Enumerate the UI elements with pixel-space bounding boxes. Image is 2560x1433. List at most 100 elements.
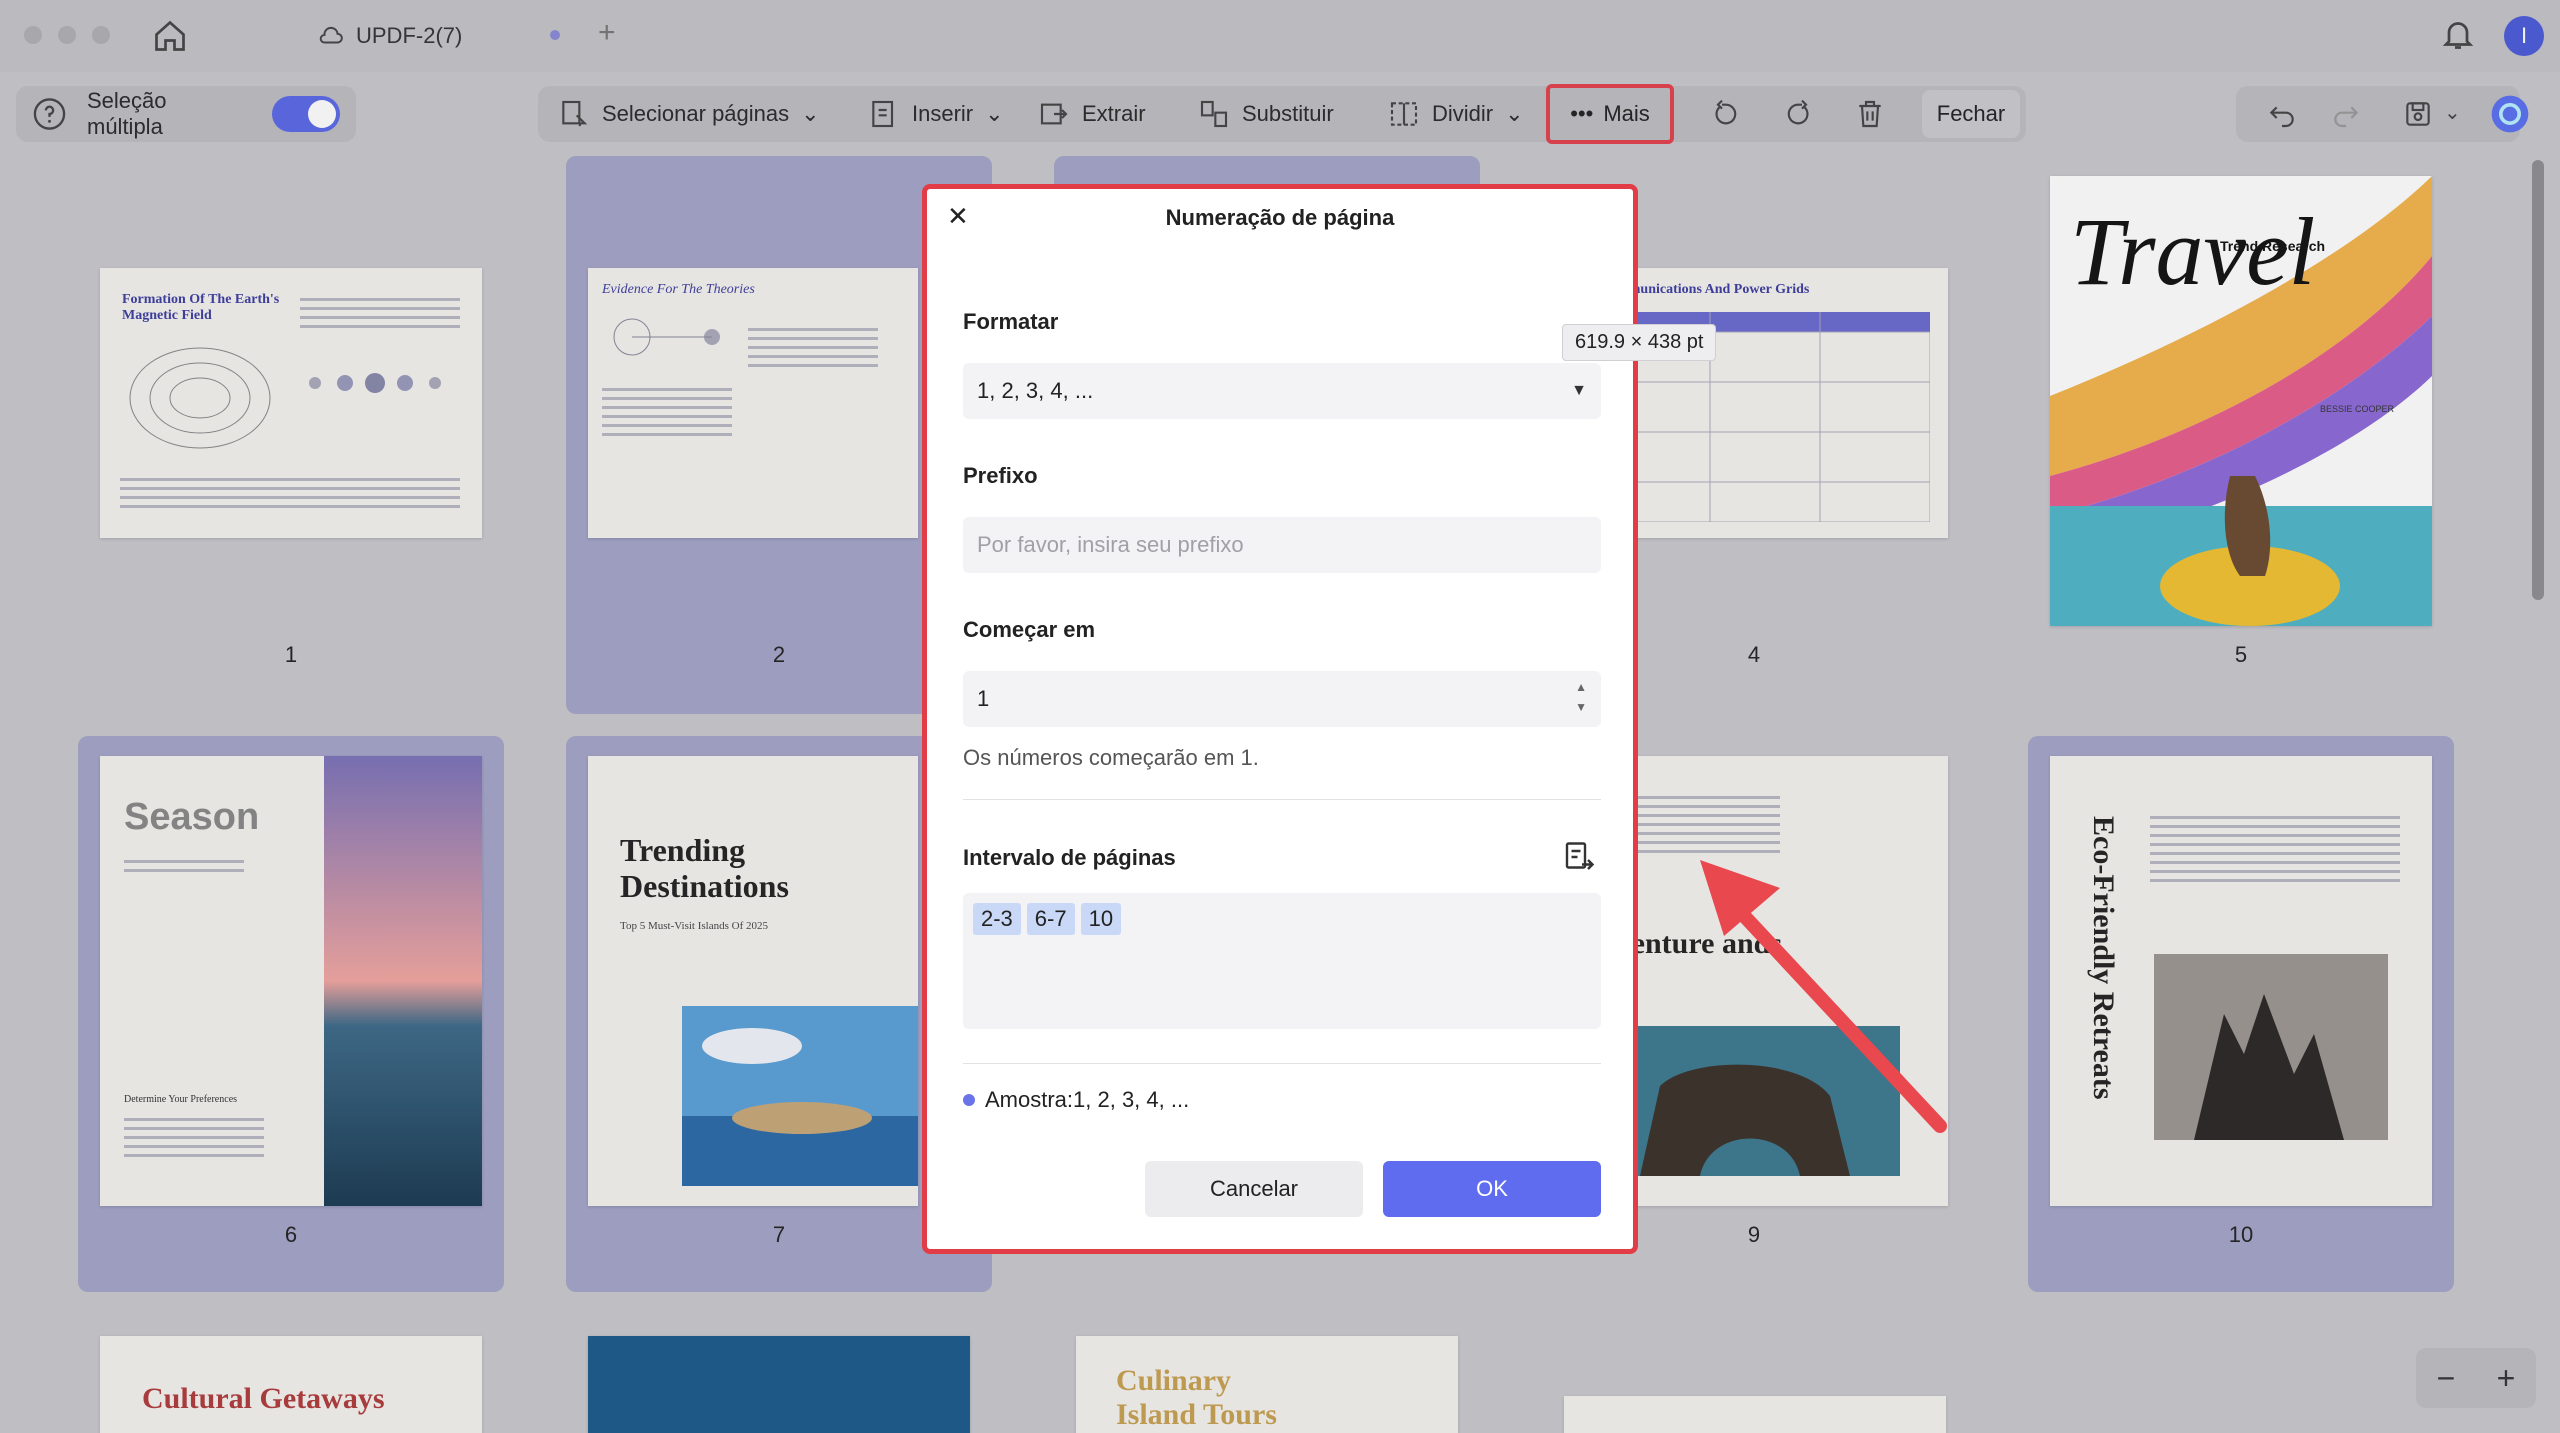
- page-number-1: 1: [284, 642, 298, 667]
- text-lines: [748, 328, 878, 373]
- start-label: Começar em: [963, 617, 1096, 642]
- more-label: Mais: [1603, 101, 1650, 126]
- text-lines: [124, 860, 244, 878]
- avatar[interactable]: I: [2504, 16, 2544, 56]
- page-thumbnail-5[interactable]: Travel Trend Research BESSIE COOPER: [2050, 176, 2432, 626]
- select-pages-icon: [562, 100, 588, 127]
- extract-label: Extrair: [1082, 101, 1146, 126]
- text-lines: [602, 388, 732, 442]
- page-thumbnail-11[interactable]: Cultural Getaways: [100, 1336, 482, 1433]
- page-toolbar: Selecionar páginas ⌄ Inserir ⌄ Extrair S…: [538, 86, 2026, 142]
- zoom-in-button[interactable]: +: [2497, 1360, 2516, 1397]
- page-thumbnail-7[interactable]: Trending Destinations Top 5 Must-Visit I…: [588, 756, 918, 1206]
- more-button[interactable]: ••• Mais: [1546, 84, 1674, 144]
- range-chip[interactable]: 10: [1080, 903, 1122, 935]
- new-tab-button[interactable]: +: [598, 16, 616, 50]
- caret-down-icon: ▼: [1571, 382, 1587, 399]
- page-thumbnail-14[interactable]: [1564, 1396, 1946, 1433]
- text-lines: [300, 298, 460, 334]
- page-number-6: 6: [284, 1222, 298, 1247]
- zoom-controls: − +: [2416, 1348, 2536, 1408]
- insert-icon: [872, 100, 894, 128]
- ai-assistant-icon[interactable]: [2488, 92, 2532, 136]
- replace-icon: [1200, 100, 1228, 128]
- multi-select-toggle[interactable]: [271, 96, 340, 132]
- page-thumbnail-12[interactable]: [588, 1336, 970, 1433]
- page-number-2: 2: [772, 642, 786, 667]
- redo-icon[interactable]: [2330, 98, 2362, 130]
- page-6-title: Season: [124, 796, 260, 838]
- history-toolbar: ⌄: [2236, 86, 2520, 142]
- divider: [963, 799, 1601, 800]
- format-label: Formatar: [963, 309, 1059, 334]
- page-thumbnail-2[interactable]: Evidence For The Theories: [588, 268, 918, 538]
- start-number-stepper[interactable]: 1 ▲ ▼: [963, 671, 1601, 727]
- page-number-9: 9: [1747, 1222, 1761, 1247]
- page-number-4: 4: [1747, 642, 1761, 667]
- unsaved-dot: [550, 30, 560, 40]
- prefix-input[interactable]: Por favor, insira seu prefixo: [963, 517, 1601, 573]
- format-select[interactable]: 1, 2, 3, 4, ... ▼: [963, 363, 1601, 419]
- page-13-title: Culinary Island Tours: [1116, 1364, 1277, 1431]
- sunset-photo: [324, 756, 482, 1206]
- home-icon[interactable]: [152, 18, 188, 54]
- divider: [963, 1063, 1601, 1064]
- document-tab[interactable]: UPDF-2(7): [318, 16, 462, 56]
- page-numbering-dialog: ✕ Numeração de página Formatar 1, 2, 3, …: [922, 184, 1638, 1254]
- insert-button[interactable]: Inserir ⌄: [868, 86, 1004, 142]
- extract-button[interactable]: Extrair: [1038, 86, 1146, 142]
- page-thumbnail-6[interactable]: Season Determine Your Preferences: [100, 756, 482, 1206]
- save-icon[interactable]: [2402, 98, 2434, 130]
- replace-button[interactable]: Substituir: [1198, 86, 1334, 142]
- sample-text: Amostra:1, 2, 3, 4, ...: [985, 1087, 1190, 1112]
- more-dots-icon: •••: [1570, 101, 1594, 126]
- rotate-left-button[interactable]: [1710, 86, 1742, 142]
- page-range-input[interactable]: 2-3 6-7 10: [963, 893, 1601, 1029]
- range-chip[interactable]: 2-3: [973, 903, 1021, 935]
- zoom-out-button[interactable]: −: [2437, 1360, 2456, 1397]
- sample-preview: Amostra:1, 2, 3, 4, ...: [963, 1087, 1189, 1113]
- zoom-window-button[interactable]: [92, 26, 110, 44]
- format-value: 1, 2, 3, 4, ...: [977, 378, 1094, 403]
- undo-icon[interactable]: [2266, 98, 2298, 130]
- sea-stacks-photo: [2154, 954, 2388, 1140]
- help-icon[interactable]: [32, 96, 67, 132]
- page-6-subtitle: Determine Your Preferences: [124, 1094, 238, 1105]
- tab-title: UPDF-2(7): [356, 23, 463, 48]
- delete-button[interactable]: [1854, 86, 1886, 142]
- sample-dot-icon: [963, 1094, 975, 1106]
- cancel-button[interactable]: Cancelar: [1145, 1161, 1363, 1217]
- magnetic-field-diagram: [129, 347, 271, 449]
- page-11-title: Cultural Getaways: [142, 1382, 385, 1415]
- stepper-arrows-icon[interactable]: ▲ ▼: [1575, 677, 1587, 717]
- rotate-right-button[interactable]: [1782, 86, 1814, 142]
- page-5-author: BESSIE COOPER: [2320, 404, 2395, 414]
- page-number-7: 7: [772, 1222, 786, 1247]
- page-7-title: Trending Destinations: [620, 832, 789, 904]
- cloud-icon: [319, 26, 343, 44]
- minimize-window-button[interactable]: [58, 26, 76, 44]
- page-thumbnail-13[interactable]: Culinary Island Tours: [1076, 1336, 1458, 1433]
- select-pages-button[interactable]: Selecionar páginas ⌄: [558, 86, 820, 142]
- page-size-tooltip: 619.9 × 438 pt: [1562, 324, 1717, 361]
- close-window-button[interactable]: [24, 26, 42, 44]
- rotate-right-icon: [1787, 99, 1809, 125]
- chevron-down-icon[interactable]: ⌄: [2444, 100, 2461, 125]
- close-button[interactable]: Fechar: [1922, 90, 2020, 138]
- dialog-title: Numeração de página: [1165, 205, 1395, 230]
- page-thumbnail-10[interactable]: Eco-Friendly Retreats: [2050, 756, 2432, 1206]
- range-chip[interactable]: 6-7: [1026, 903, 1075, 935]
- bell-icon[interactable]: [2440, 16, 2476, 52]
- page-10-title: Eco-Friendly Retreats: [2087, 816, 2120, 1100]
- ok-button[interactable]: OK: [1383, 1161, 1601, 1217]
- text-lines: [124, 1118, 264, 1163]
- page-range-icon[interactable]: [1561, 839, 1597, 875]
- page-number-5: 5: [2234, 642, 2248, 667]
- vertical-scrollbar[interactable]: [2532, 160, 2544, 600]
- split-icon: [1390, 102, 1418, 126]
- split-button[interactable]: Dividir ⌄: [1388, 86, 1524, 142]
- page-2-title: Evidence For The Theories: [602, 282, 755, 297]
- page-thumbnail-1[interactable]: Formation Of The Earth's Magnetic Field: [100, 268, 482, 538]
- orbit-diagram: [613, 318, 720, 356]
- replace-label: Substituir: [1242, 101, 1334, 126]
